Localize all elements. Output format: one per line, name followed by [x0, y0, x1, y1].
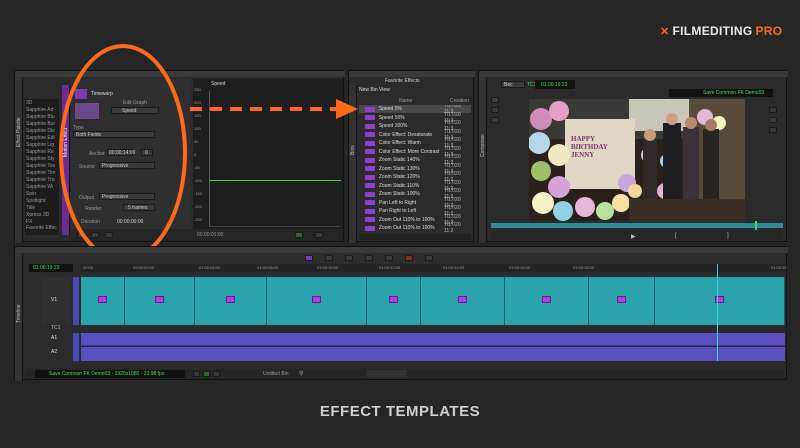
toolbar-button[interactable]: [425, 255, 433, 261]
ruler-label: 01:00:04:00: [199, 265, 221, 270]
lift-button[interactable]: [405, 255, 413, 261]
ruler-label: 01:00:10:00: [317, 265, 339, 270]
video-frame-image: [529, 99, 745, 221]
effect-mode-button[interactable]: [305, 255, 313, 261]
a2-track-label: A2: [51, 349, 58, 355]
timecode-box[interactable]: 01:00:19:23: [535, 80, 575, 89]
toolbar-button[interactable]: [365, 255, 373, 261]
sequence-name: Save Common FK Demo03: [703, 90, 765, 96]
clip-effect-icon[interactable]: [389, 296, 398, 303]
ruler-label: 01:00:08:00: [257, 265, 279, 270]
status-button[interactable]: [213, 371, 220, 377]
ruler-label: 00:00:00:00: [133, 265, 155, 270]
timeline-toolbar: [25, 254, 785, 263]
ruler-label: 00:00: [83, 265, 94, 270]
composer-side-button[interactable]: [491, 97, 499, 103]
video-clip[interactable]: [421, 277, 505, 325]
timeline-status-bar: Save Common FK Demo03 - 1920x1080 - 23.9…: [25, 369, 785, 379]
a1-track[interactable]: [81, 333, 785, 346]
search-icon[interactable]: ⚲: [299, 370, 303, 377]
video-clip[interactable]: [125, 277, 195, 325]
timeline-titlebar: [15, 247, 788, 253]
mark-out-icon[interactable]: ]: [727, 233, 729, 239]
sequence-info-box: Save Common FK Demo03 - 1920x1080 - 23.9…: [35, 370, 185, 378]
composer-transport-bar: ▶ [ ]: [491, 231, 783, 240]
clip-effect-icon[interactable]: [226, 296, 235, 303]
composer-position-indicator[interactable]: [755, 221, 757, 230]
sequence-name-bar: Save Common FK Demo03: [669, 89, 773, 97]
video-frame[interactable]: HAPPY BIRTHDAY JENNY: [529, 99, 745, 221]
video-clip[interactable]: [589, 277, 655, 325]
composer-position-bar[interactable]: [491, 223, 783, 228]
sequence-info: Save Common FK Demo03 - 1920x1080 - 23.9…: [49, 371, 165, 377]
tc1-track: [81, 326, 785, 331]
v1-track-label: V1: [51, 297, 58, 303]
composer-side-button[interactable]: [491, 117, 499, 123]
toolbar-button[interactable]: [325, 255, 333, 261]
source-dropdown[interactable]: Bec: [501, 81, 525, 88]
v1-track-select[interactable]: [73, 277, 79, 325]
ruler-label: 01:00:12:00: [379, 265, 401, 270]
timeline-ruler[interactable]: 00:00 00:00:00:00 01:00:04:00 01:00:08:00 01…: [81, 264, 787, 272]
tc1-track-label: TC1: [51, 325, 61, 331]
video-clip[interactable]: [267, 277, 367, 325]
composer-side-button[interactable]: [769, 127, 777, 133]
ruler-label: 01:00:16:00: [509, 265, 531, 270]
toolbar-button[interactable]: [385, 255, 393, 261]
annotation-arrow-head: [336, 99, 358, 119]
v1-track-header[interactable]: V1: [41, 277, 71, 325]
banner-text: HAPPY BIRTHDAY JENNY: [571, 135, 608, 159]
ruler-label: 01:00:20: [771, 265, 787, 270]
video-clip[interactable]: [505, 277, 589, 325]
clip-effect-icon[interactable]: [312, 296, 321, 303]
a2-track[interactable]: [81, 347, 785, 361]
composer-side-button[interactable]: [769, 107, 777, 113]
timeline-timecode: 01:00:19:23: [33, 265, 60, 271]
clip-effect-icon[interactable]: [155, 296, 164, 303]
composer-tab[interactable]: Composer: [479, 77, 487, 243]
composer-titlebar: [479, 71, 788, 77]
v1-track: [81, 277, 785, 325]
composer-window: Composer Bec TC1 01:00:19:23 Save Common…: [478, 70, 788, 243]
composer-timecode: 01:00:19:23: [541, 82, 568, 88]
annotation-ellipse: [59, 44, 187, 262]
composer-side-button[interactable]: [491, 107, 499, 113]
video-clip[interactable]: [81, 277, 125, 325]
clip-effect-icon[interactable]: [458, 296, 467, 303]
video-clip[interactable]: [195, 277, 267, 325]
status-button[interactable]: [193, 371, 200, 377]
timeline-zoom-slider[interactable]: [367, 370, 407, 377]
status-button[interactable]: [203, 371, 210, 377]
a1-track-label: A1: [51, 335, 58, 341]
clip-effect-icon[interactable]: [617, 296, 626, 303]
toolbar-button[interactable]: [345, 255, 353, 261]
video-clip[interactable]: [367, 277, 421, 325]
timeline-playhead[interactable]: [717, 264, 718, 361]
timeline-timecode-box[interactable]: 01:00:19:23: [29, 264, 73, 272]
timeline-window: Timeline 01:00:19:23 00:00 00:00:00:00 01:…: [14, 246, 788, 381]
video-clip[interactable]: [655, 277, 785, 325]
composer-side-button[interactable]: [769, 117, 777, 123]
audio-track-select[interactable]: [73, 333, 79, 361]
mark-in-icon[interactable]: [: [675, 233, 677, 239]
clip-effect-icon[interactable]: [98, 296, 107, 303]
clip-effect-icon[interactable]: [542, 296, 551, 303]
ruler-label: 01:00:14:00: [443, 265, 465, 270]
timeline-tab[interactable]: Timeline: [15, 253, 23, 381]
slide-title: EFFECT TEMPLATES: [319, 403, 481, 420]
bin-label[interactable]: Untitled Bin: [263, 371, 289, 377]
play-icon[interactable]: ▶: [631, 233, 636, 240]
ruler-label: 01:00:18:00: [573, 265, 595, 270]
